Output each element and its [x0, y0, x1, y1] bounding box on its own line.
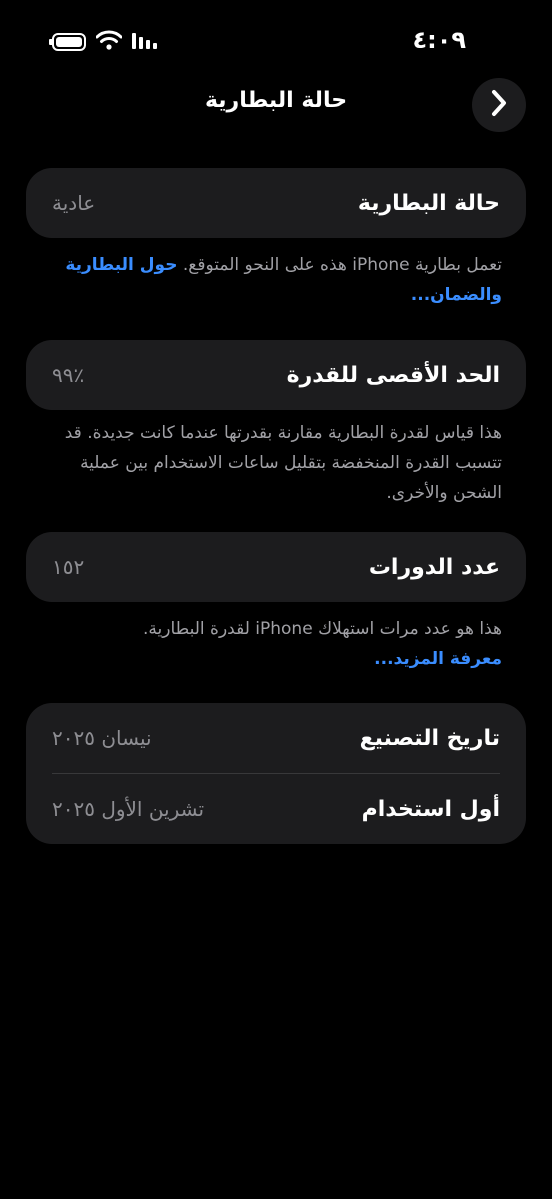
cycle-count-value: ١٥٢	[52, 555, 85, 579]
manufacture-date-label: تاريخ التصنيع	[359, 725, 500, 751]
max-capacity-card: الحد الأقصى للقدرة ٪٩٩	[26, 340, 526, 410]
manufacture-date-value: نيسان ٢٠٢٥	[52, 726, 152, 750]
manufacture-date-row: تاريخ التصنيع نيسان ٢٠٢٥	[26, 703, 526, 773]
cycle-count-footer: هذا هو عدد مرات استهلاك iPhone لقدرة الب…	[40, 614, 502, 674]
wifi-icon	[95, 30, 123, 54]
battery-health-footer: تعمل بطارية iPhone هذه على النحو المتوقع…	[40, 250, 502, 310]
battery-health-card: حالة البطارية عادية	[26, 168, 526, 238]
page-title: حالة البطارية	[204, 88, 348, 113]
max-capacity-footer: هذا قياس لقدرة البطارية مقارنة بقدرتها ع…	[40, 418, 502, 508]
chevron-right-icon	[489, 89, 509, 121]
learn-more-link[interactable]: معرفة المزيد...	[374, 649, 502, 669]
first-use-value: تشرين الأول ٢٠٢٥	[52, 797, 205, 821]
cycle-count-label: عدد الدورات	[368, 554, 500, 580]
max-capacity-label: الحد الأقصى للقدرة	[286, 362, 500, 388]
battery-icon	[49, 33, 86, 51]
status-time: ٤:٠٩	[412, 26, 466, 54]
first-use-row: أول استخدام تشرين الأول ٢٠٢٥	[26, 774, 526, 844]
battery-health-label: حالة البطارية	[357, 190, 500, 216]
cycle-count-row: عدد الدورات ١٥٢	[26, 532, 526, 602]
max-capacity-row: الحد الأقصى للقدرة ٪٩٩	[26, 340, 526, 410]
status-bar: ٤:٠٩	[0, 0, 552, 80]
first-use-label: أول استخدام	[361, 796, 500, 822]
battery-health-value: عادية	[52, 191, 96, 215]
max-capacity-footer-text: هذا قياس لقدرة البطارية مقارنة بقدرتها ع…	[64, 423, 502, 503]
signal-icon	[132, 31, 158, 53]
navigation-bar: حالة البطارية	[0, 76, 552, 134]
cycle-count-footer-text: هذا هو عدد مرات استهلاك iPhone لقدرة الب…	[143, 619, 502, 639]
back-button[interactable]	[472, 78, 526, 132]
battery-health-footer-text: تعمل بطارية iPhone هذه على النحو المتوقع…	[182, 255, 502, 275]
status-icons	[49, 30, 158, 54]
cycle-count-card: عدد الدورات ١٥٢	[26, 532, 526, 602]
max-capacity-value: ٪٩٩	[52, 363, 85, 387]
battery-health-row: حالة البطارية عادية	[26, 168, 526, 238]
dates-card: تاريخ التصنيع نيسان ٢٠٢٥ أول استخدام تشر…	[26, 703, 526, 844]
